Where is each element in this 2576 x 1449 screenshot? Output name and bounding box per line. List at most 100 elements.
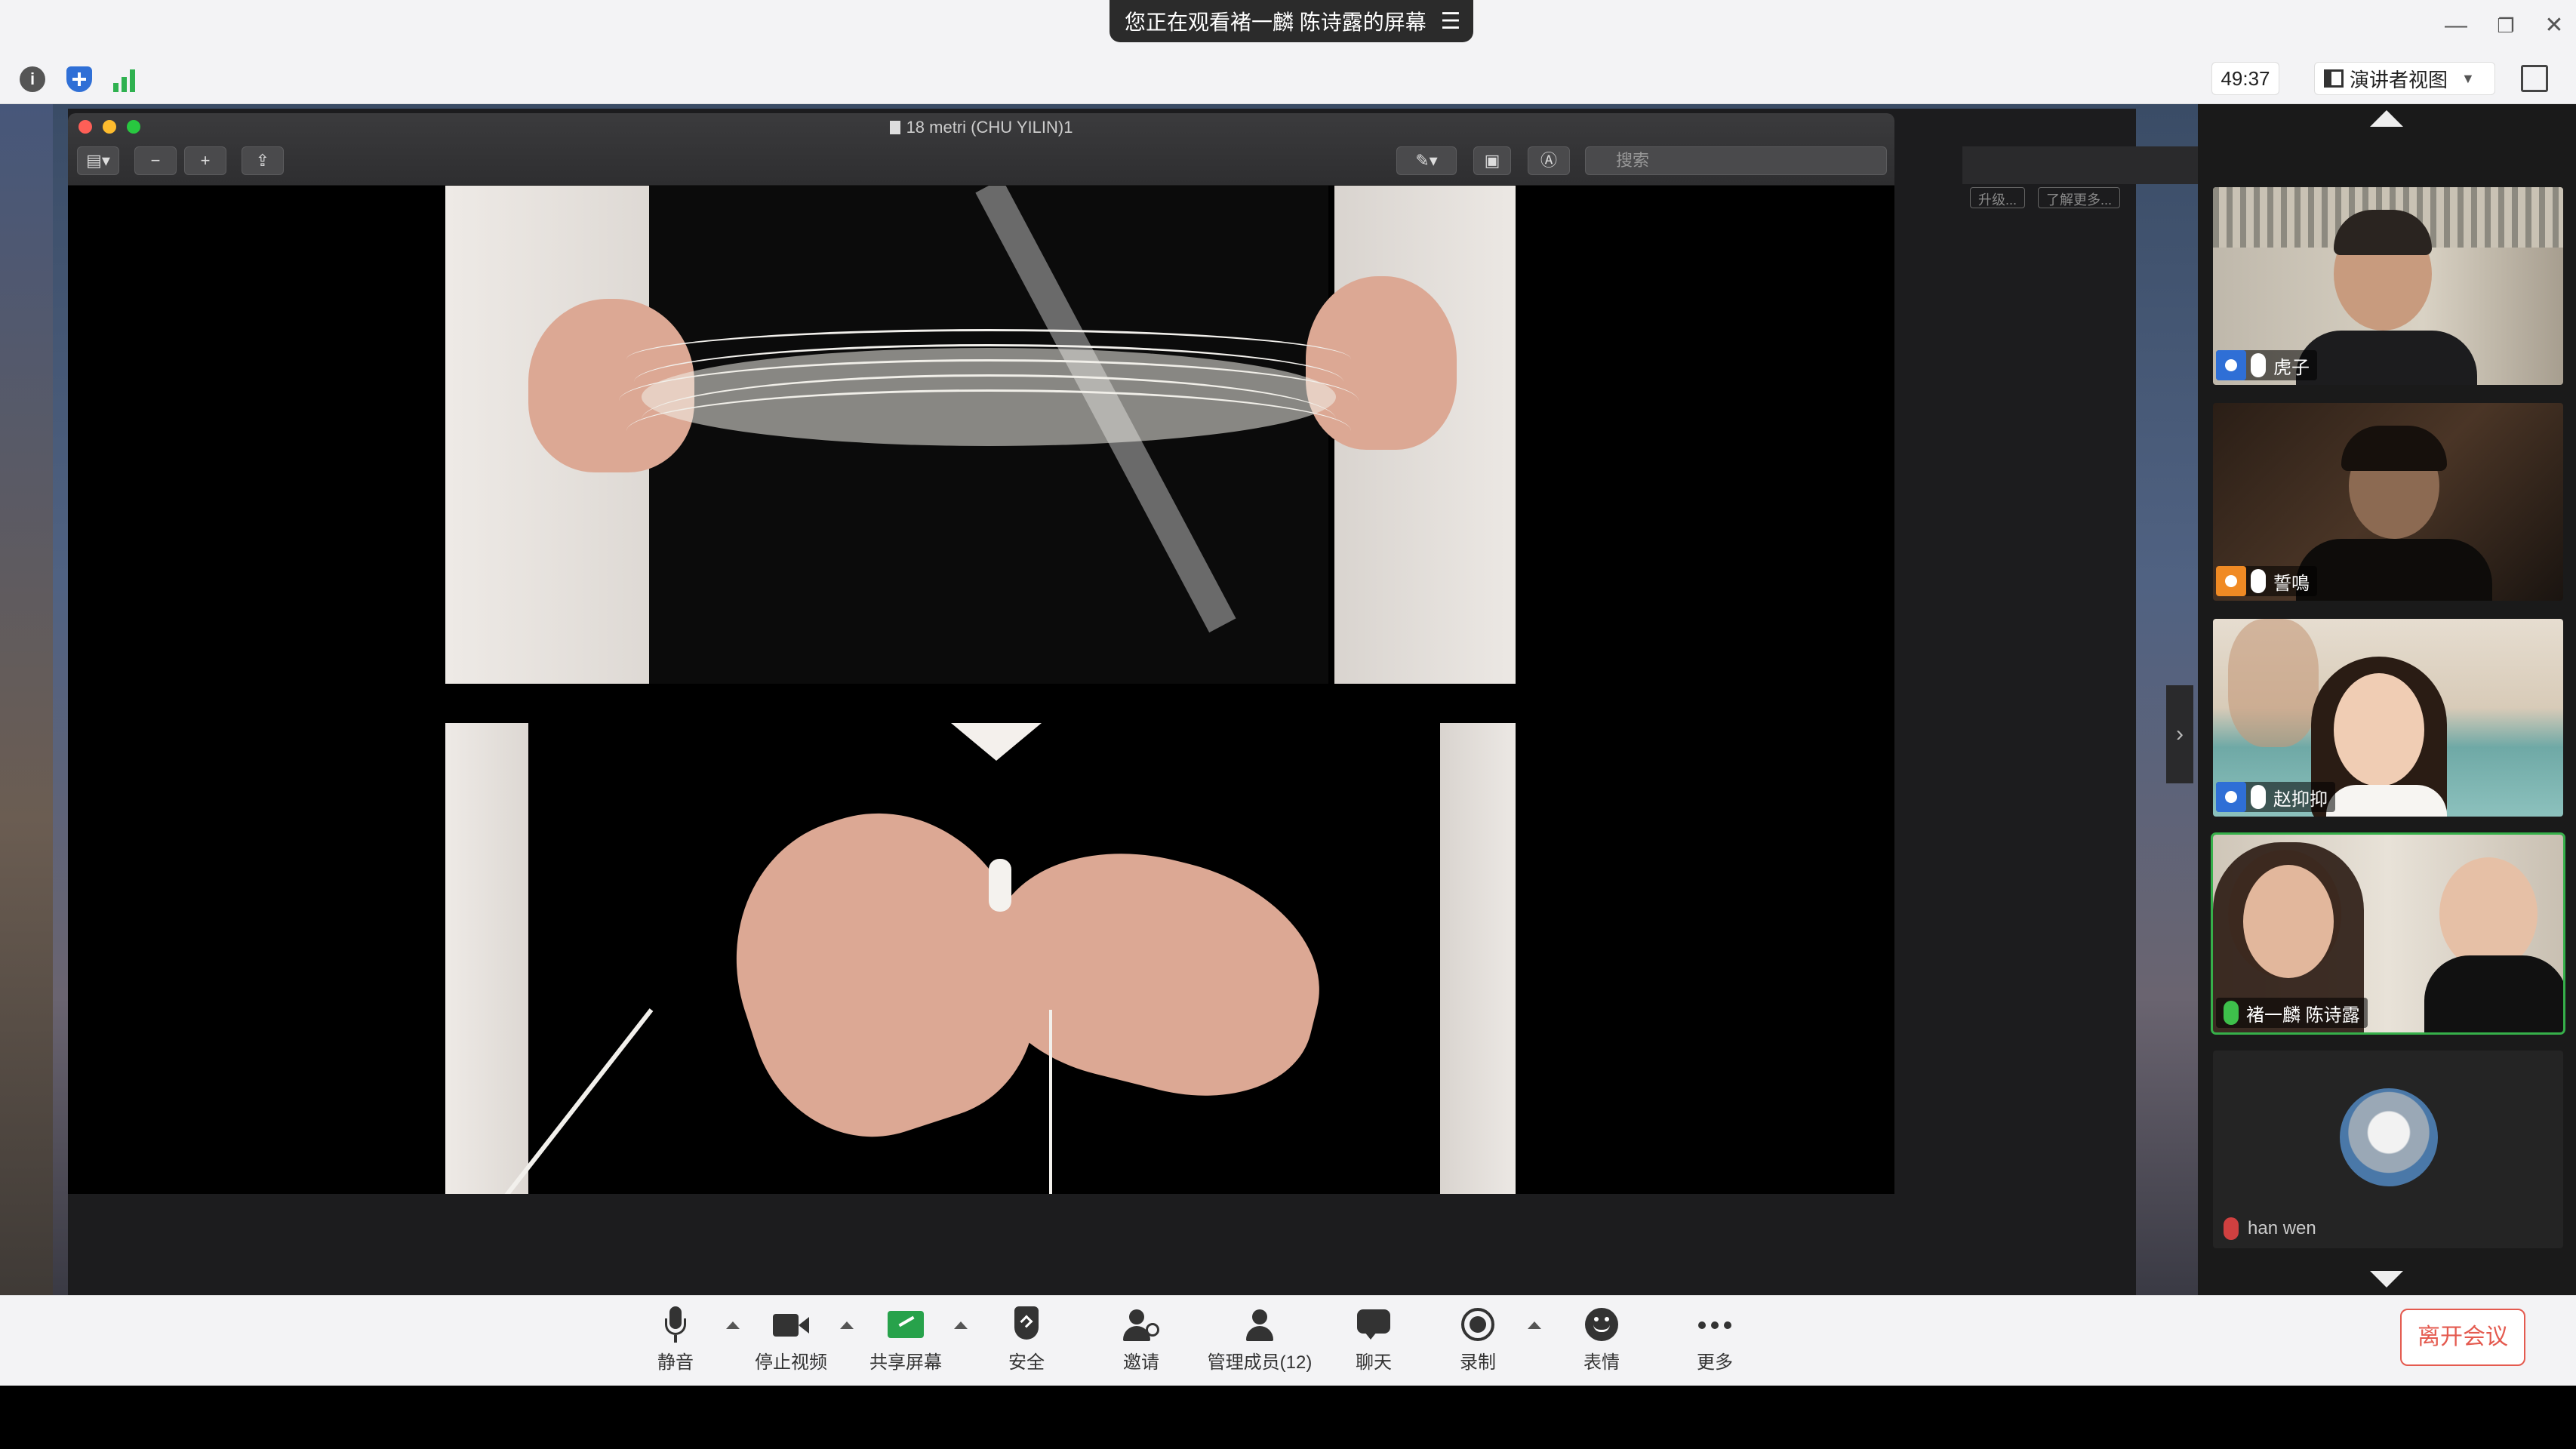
reactions-button[interactable]: 表情 bbox=[1571, 1306, 1632, 1374]
invite-button[interactable]: 邀请 bbox=[1111, 1306, 1171, 1374]
mic-icon bbox=[2251, 569, 2266, 593]
thread-strand bbox=[1049, 1010, 1052, 1194]
zoom-out-button[interactable]: − bbox=[134, 146, 177, 175]
close-button[interactable]: ✕ bbox=[2539, 11, 2569, 41]
upgrade-button[interactable]: 升级... bbox=[1970, 187, 2026, 208]
right-hand bbox=[966, 822, 1343, 1122]
chevron-down-icon: ▼ bbox=[2461, 70, 2475, 86]
share-icon[interactable]: ⇪ bbox=[242, 146, 284, 175]
participant-name-tag: 褚一麟 陈诗露 bbox=[2216, 998, 2368, 1028]
participant-shirt bbox=[2424, 955, 2563, 1032]
mic-muted-icon bbox=[2224, 1217, 2239, 1240]
share-screen-button[interactable]: 共享屏幕 bbox=[860, 1306, 951, 1374]
stop-video-button[interactable]: 停止视频 bbox=[746, 1306, 836, 1374]
fullscreen-icon[interactable] bbox=[2521, 65, 2548, 92]
annotate-icon[interactable]: Ⓐ bbox=[1528, 146, 1570, 175]
participant-tile[interactable]: 虎子 bbox=[2213, 187, 2563, 385]
speaker-view-label: 演讲者视图 bbox=[2350, 68, 2448, 91]
minimize-button[interactable]: — bbox=[2441, 11, 2471, 41]
participant-shirt bbox=[2296, 539, 2492, 601]
meeting-toolbar: 静音 停止视频 共享屏幕 安全 邀请 管理成员(12) 聊天 录制 表情 更多 bbox=[0, 1295, 2576, 1386]
user-icon bbox=[2216, 566, 2246, 596]
chat-label: 聊天 bbox=[1356, 1352, 1392, 1373]
markup-pen-button[interactable]: ✎▾ bbox=[1396, 146, 1457, 175]
photo-hands-holding-thread bbox=[445, 723, 1516, 1194]
speaker-view-button[interactable]: 演讲者视图 ▼ bbox=[2314, 62, 2495, 95]
mic-active-icon bbox=[2224, 1001, 2239, 1025]
mute-button[interactable]: 静音 bbox=[645, 1306, 706, 1374]
signal-bars-icon[interactable] bbox=[112, 68, 137, 92]
scroll-up-icon[interactable] bbox=[2370, 110, 2403, 127]
participant-name: 褚一麟 陈诗露 bbox=[2246, 1004, 2360, 1026]
stop-video-label: 停止视频 bbox=[755, 1352, 827, 1373]
shield-icon[interactable] bbox=[66, 66, 92, 92]
neckline bbox=[951, 723, 1042, 761]
user-icon bbox=[2216, 350, 2246, 380]
learn-more-button[interactable]: 了解更多... bbox=[2038, 187, 2121, 208]
title-bar: 您正在观看褚一麟 陈诗露的屏幕 ☰ — ❐ ✕ bbox=[0, 0, 2576, 53]
viewing-share-banner[interactable]: 您正在观看褚一麟 陈诗露的屏幕 ☰ bbox=[1109, 0, 1473, 42]
leave-meeting-button[interactable]: 离开会议 bbox=[2400, 1309, 2525, 1366]
document-title: 18 metri (CHU YILIN)1 bbox=[68, 118, 1894, 137]
manage-participants-button[interactable]: 管理成员(12) bbox=[1196, 1306, 1323, 1374]
participant-tile[interactable]: 誓鳴 bbox=[2213, 403, 2563, 601]
invite-label: 邀请 bbox=[1123, 1352, 1159, 1373]
zoom-meeting-window: 您正在观看褚一麟 陈诗露的屏幕 ☰ — ❐ ✕ i 49:37 演讲者视图 ▼ … bbox=[0, 0, 2576, 1449]
participant-hair bbox=[2341, 426, 2447, 471]
shared-screen: 升级... 了解更多... › 18 metri (CHU YILIN)1 ▤▾… bbox=[0, 104, 2204, 1326]
participant-name: 虎子 bbox=[2273, 357, 2310, 378]
chat-button[interactable]: 聊天 bbox=[1343, 1306, 1404, 1374]
background-toolbar bbox=[1962, 146, 2204, 184]
scroll-down-icon[interactable] bbox=[2370, 1271, 2403, 1287]
sidebar-toggle-button[interactable]: ▤▾ bbox=[77, 146, 119, 175]
participant-name-tag: han wen bbox=[2216, 1214, 2324, 1244]
wall-right bbox=[1440, 723, 1516, 1194]
preview-titlebar: 18 metri (CHU YILIN)1 ▤▾ − + ⇪ ✎▾ ▣ Ⓐ 搜索 bbox=[68, 113, 1894, 186]
record-button[interactable]: 录制 bbox=[1448, 1306, 1508, 1374]
participant-face-front bbox=[2243, 865, 2334, 978]
shield-icon bbox=[1008, 1306, 1045, 1343]
participants-icon bbox=[1242, 1306, 1278, 1343]
avatar bbox=[2340, 1088, 2438, 1186]
participant-name: han wen bbox=[2248, 1218, 2316, 1238]
participant-tile[interactable]: 赵抑抑 bbox=[2213, 619, 2563, 817]
mic-icon bbox=[2251, 785, 2266, 809]
zoom-in-button[interactable]: + bbox=[184, 146, 226, 175]
info-icon[interactable]: i bbox=[20, 66, 45, 92]
participant-tile[interactable]: han wen bbox=[2213, 1051, 2563, 1248]
restore-button[interactable]: ❐ bbox=[2491, 11, 2521, 41]
microphone-icon bbox=[657, 1306, 694, 1343]
meeting-info-bar: i bbox=[0, 53, 2576, 104]
chevron-right-icon[interactable]: › bbox=[2166, 685, 2193, 783]
list-menu-icon[interactable]: ☰ bbox=[1428, 8, 1473, 35]
search-input[interactable]: 搜索 bbox=[1585, 146, 1887, 175]
document-icon bbox=[889, 121, 900, 134]
chat-bubble-icon bbox=[1356, 1306, 1392, 1343]
active-speaker-tile[interactable]: 褚一麟 陈诗露 bbox=[2211, 832, 2565, 1035]
participant-shirt bbox=[2296, 331, 2477, 385]
participant-name-tag: 赵抑抑 bbox=[2216, 782, 2335, 812]
chevron-up-icon[interactable] bbox=[726, 1321, 740, 1329]
participant-name: 誓鳴 bbox=[2273, 573, 2310, 594]
thread-bundle bbox=[642, 348, 1336, 446]
reactions-label: 表情 bbox=[1583, 1352, 1620, 1373]
mute-label: 静音 bbox=[657, 1352, 694, 1373]
chevron-up-icon[interactable] bbox=[840, 1321, 854, 1329]
chevron-up-icon[interactable] bbox=[1528, 1321, 1541, 1329]
more-label: 更多 bbox=[1697, 1352, 1733, 1373]
security-label: 安全 bbox=[1008, 1352, 1045, 1373]
participant-face bbox=[2439, 857, 2538, 971]
security-button[interactable]: 安全 bbox=[996, 1306, 1057, 1374]
mic-icon bbox=[2251, 353, 2266, 377]
share-screen-label: 共享屏幕 bbox=[869, 1352, 942, 1373]
record-icon bbox=[1460, 1306, 1496, 1343]
record-label: 录制 bbox=[1460, 1352, 1496, 1373]
manage-participants-label: 管理成员(12) bbox=[1207, 1352, 1313, 1373]
more-button[interactable]: 更多 bbox=[1685, 1306, 1745, 1374]
thread-knot bbox=[989, 859, 1011, 912]
rotate-button[interactable]: ▣ bbox=[1473, 146, 1511, 175]
participant-name: 赵抑抑 bbox=[2273, 789, 2328, 810]
user-icon bbox=[2216, 782, 2246, 812]
participant-face-front bbox=[2334, 673, 2424, 786]
chevron-up-icon[interactable] bbox=[954, 1321, 968, 1329]
